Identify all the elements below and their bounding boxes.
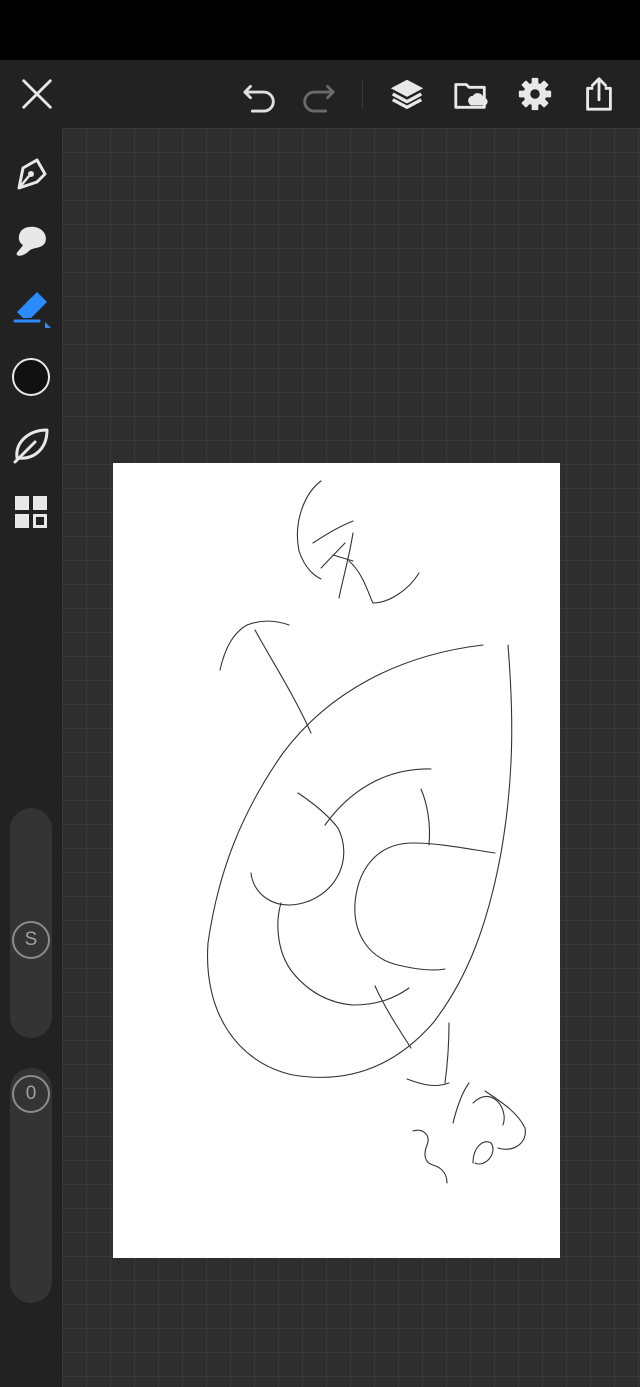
leaf-icon [13, 428, 49, 464]
redo-icon [303, 84, 335, 113]
pen-tool[interactable] [8, 151, 54, 197]
tool-sidebar: S 0 [0, 128, 62, 1387]
pen-icon [17, 158, 47, 190]
gallery-button[interactable] [449, 72, 493, 116]
undo-icon [243, 84, 275, 113]
brush-size-slider[interactable]: S [10, 808, 52, 1038]
smudge-icon [16, 226, 46, 256]
settings-button[interactable] [513, 72, 557, 116]
color-picker[interactable] [8, 354, 54, 400]
drawing-canvas[interactable] [113, 463, 560, 1258]
share-button[interactable] [577, 72, 621, 116]
grid-tool[interactable] [8, 489, 54, 535]
eraser-icon [13, 292, 51, 328]
layers-button[interactable] [385, 72, 429, 116]
gear-icon [518, 77, 552, 111]
share-icon [586, 77, 612, 111]
layers-icon [390, 79, 424, 109]
opacity-slider-knob[interactable]: 0 [12, 1075, 50, 1113]
smudge-tool[interactable] [8, 218, 54, 264]
eraser-tool[interactable] [8, 285, 54, 331]
close-button[interactable] [15, 72, 59, 116]
sketch-strokes [206, 480, 526, 1184]
undo-button[interactable] [238, 72, 282, 116]
grid-icon [15, 496, 47, 528]
leaf-tool[interactable] [8, 421, 54, 467]
status-bar [0, 0, 640, 60]
folder-cloud-icon [454, 83, 488, 109]
close-icon [22, 79, 52, 109]
redo-button[interactable] [296, 72, 340, 116]
toolbar-divider [362, 80, 363, 108]
top-toolbar [0, 60, 640, 128]
size-slider-knob[interactable]: S [12, 921, 50, 959]
brush-opacity-slider[interactable]: 0 [10, 1068, 52, 1303]
color-icon [12, 358, 50, 396]
